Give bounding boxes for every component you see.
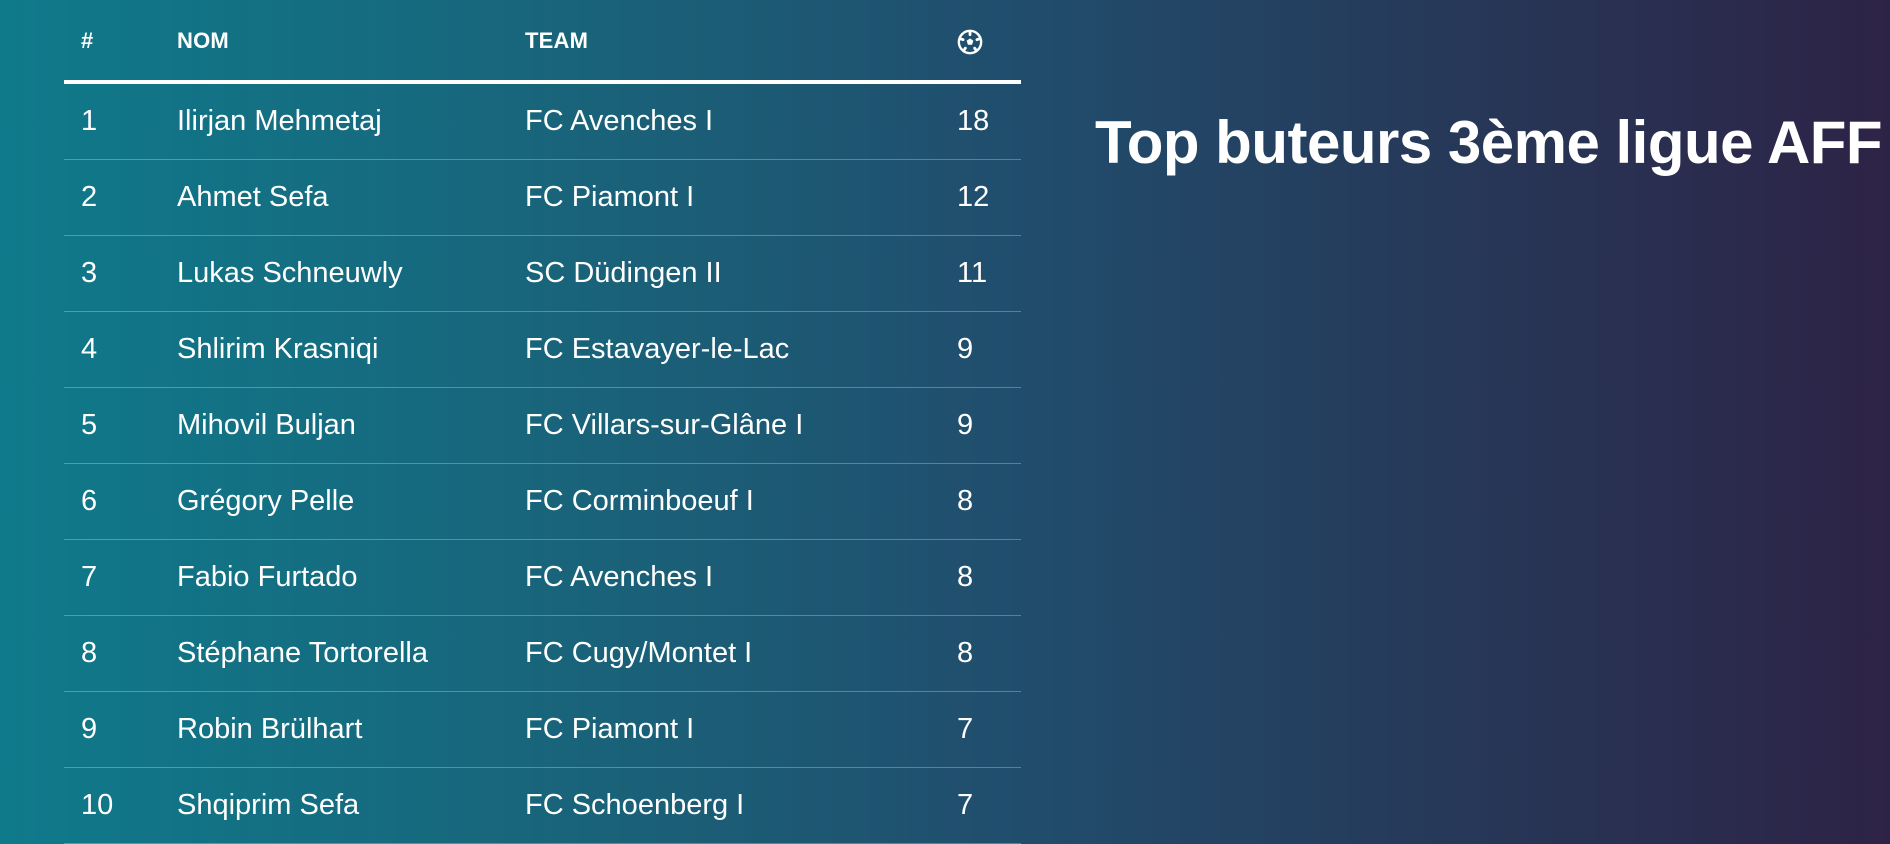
team-cell: SC Düdingen II <box>525 235 957 312</box>
player-name-cell: Ahmet Sefa <box>177 159 525 236</box>
rank-cell: 6 <box>64 463 177 540</box>
top-scorers-table: # NOM TEAM 1 Ilirjan Mehmetaj FC Avenches … <box>64 0 1021 844</box>
player-name-cell: Lukas Schneuwly <box>177 235 525 312</box>
goals-cell: 9 <box>957 387 1021 464</box>
rank-cell: 1 <box>64 82 177 160</box>
team-cell: FC Piamont I <box>525 159 957 236</box>
table-row: 6 Grégory Pelle FC Corminboeuf I8 <box>64 463 1021 540</box>
player-name-cell: Ilirjan Mehmetaj <box>177 82 525 160</box>
table-row: 2 Ahmet Sefa FC Piamont I 12 <box>64 159 1021 236</box>
table-row: 5 Mihovil Buljan FC Villars-sur-Glâne I9 <box>64 387 1021 464</box>
table-row: 9 Robin Brülhart FC Piamont I7 <box>64 691 1021 768</box>
page-title: Top buteurs 3ème ligue AFF <box>1095 109 1883 176</box>
team-cell: FC Estavayer-le-Lac <box>525 311 957 388</box>
rank-cell: 10 <box>64 767 177 844</box>
goals-cell: 9 <box>957 311 1021 388</box>
team-cell: FC Avenches I <box>525 82 957 160</box>
player-name-cell: Mihovil Buljan <box>177 387 525 464</box>
table-row: 4 Shlirim Krasniqi FC Estavayer-le-Lac 9 <box>64 311 1021 388</box>
player-name-cell: Stéphane Tortorella <box>177 615 525 692</box>
goals-cell: 7 <box>957 691 1021 768</box>
goals-cell: 11 <box>957 235 1021 312</box>
team-cell: FC Avenches I <box>525 539 957 616</box>
header-team: TEAM <box>525 0 957 84</box>
rank-cell: 2 <box>64 159 177 236</box>
table-row: 8 Stéphane Tortorella FC Cugy/Montet I8 <box>64 615 1021 692</box>
rank-cell: 9 <box>64 691 177 768</box>
table-body: 1 Ilirjan Mehmetaj FC Avenches I 18 2 Ahmet S… <box>64 82 1021 844</box>
team-cell: FC Villars-sur-Glâne I <box>525 387 957 464</box>
header-goals <box>957 0 1021 84</box>
soccer-ball-icon <box>957 29 983 54</box>
player-name-cell: Shqiprim Sefa <box>177 767 525 844</box>
team-cell: FC Piamont I <box>525 691 957 768</box>
goals-cell: 8 <box>957 539 1021 616</box>
goals-cell: 12 <box>957 159 1021 236</box>
player-name-cell: Grégory Pelle <box>177 463 525 540</box>
table-row: 10 Shqiprim Sefa FC Schoenberg I7 <box>64 767 1021 844</box>
header-row: # NOM TEAM <box>64 0 1021 84</box>
rank-cell: 7 <box>64 539 177 616</box>
header-name: NOM <box>177 0 525 84</box>
header-rank: # <box>64 0 177 84</box>
player-name-cell: Fabio Furtado <box>177 539 525 616</box>
rank-cell: 8 <box>64 615 177 692</box>
rank-cell: 4 <box>64 311 177 388</box>
goals-cell: 18 <box>957 82 1021 160</box>
goals-cell: 8 <box>957 463 1021 540</box>
table-row: 3 Lukas Schneuwly SC Düdingen II 11 <box>64 235 1021 312</box>
goals-cell: 8 <box>957 615 1021 692</box>
player-name-cell: Shlirim Krasniqi <box>177 311 525 388</box>
rank-cell: 5 <box>64 387 177 464</box>
table-header: # NOM TEAM <box>64 0 1021 84</box>
rank-cell: 3 <box>64 235 177 312</box>
team-cell: FC Cugy/Montet I <box>525 615 957 692</box>
table-row: 7 Fabio Furtado FC Avenches I8 <box>64 539 1021 616</box>
goals-cell: 7 <box>957 767 1021 844</box>
team-cell: FC Corminboeuf I <box>525 463 957 540</box>
team-cell: FC Schoenberg I <box>525 767 957 844</box>
player-name-cell: Robin Brülhart <box>177 691 525 768</box>
table-row: 1 Ilirjan Mehmetaj FC Avenches I 18 <box>64 82 1021 160</box>
